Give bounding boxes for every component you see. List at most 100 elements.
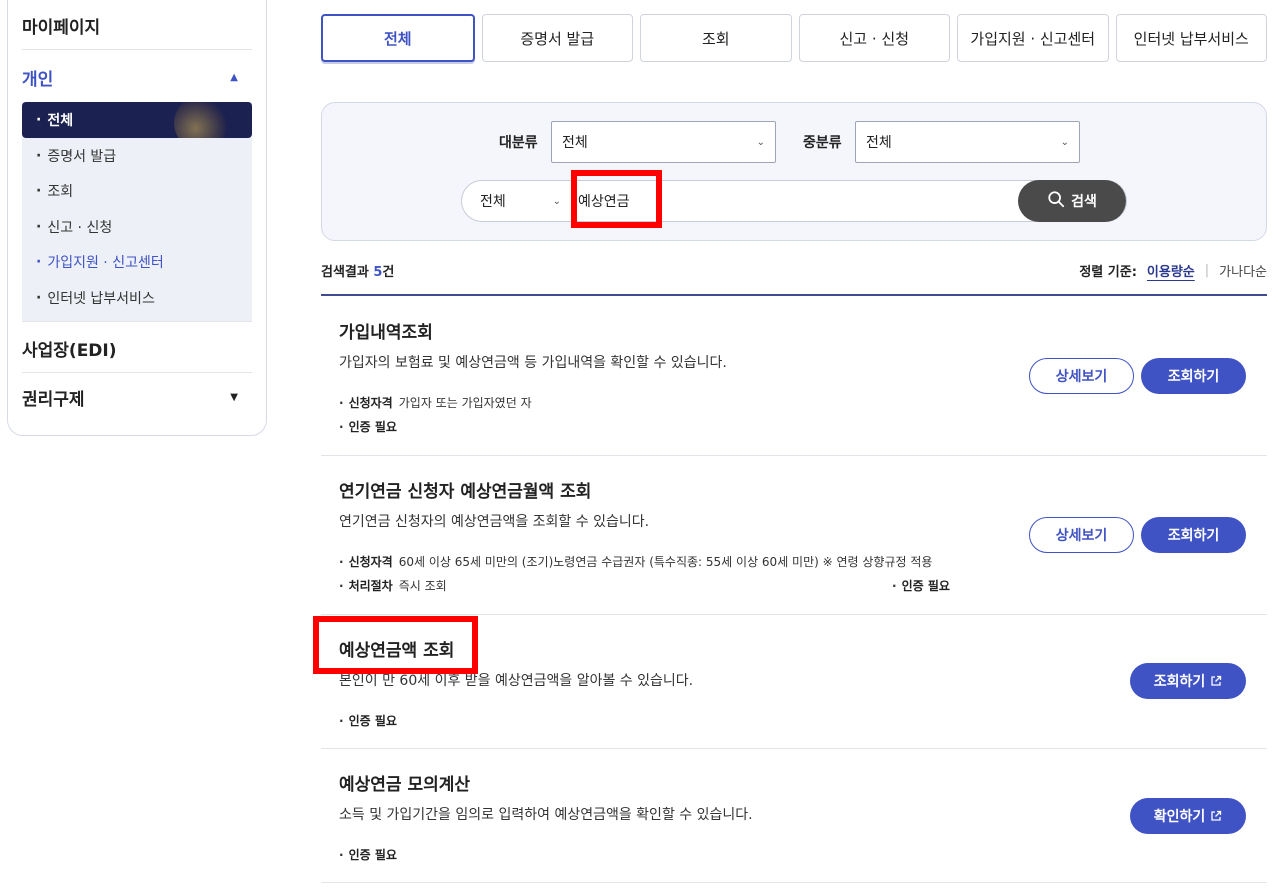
result-item: 예상연금 모의계산 소득 및 가입기간을 임의로 입력하여 예상연금액을 확인할… xyxy=(321,749,1267,883)
result-item: 가입내역조회 가입자의 보험료 및 예상연금액 등 가입내역을 확인할 수 있습… xyxy=(321,297,1267,456)
result-count-suffix: 건 xyxy=(382,264,395,280)
search-scope-select[interactable]: 전체 ⌄ xyxy=(462,181,574,221)
sidebar-item-inquiry[interactable]: · 조회 xyxy=(22,173,252,209)
auth-required: 인증 필요 xyxy=(348,714,397,728)
minor-category-select[interactable]: 전체 ⌄ xyxy=(855,121,1080,163)
sidebar-item-support[interactable]: · 가입지원 · 신고센터 xyxy=(22,244,252,280)
tab-report[interactable]: 신고 · 신청 xyxy=(798,14,950,62)
result-process: · 처리절차 즉시 조회 xyxy=(339,579,447,593)
search-input[interactable] xyxy=(576,181,1016,221)
auth-required: 인증 필요 xyxy=(348,848,397,862)
eligibility-value: 60세 이상 65세 미만의 (조기)노령연금 수급권자 (특수직종: 55세 … xyxy=(398,555,933,569)
auth-required: 인증 필요 xyxy=(901,579,950,593)
search-button-label: 검색 xyxy=(1071,194,1097,210)
chevron-down-icon: ⌄ xyxy=(1060,136,1069,148)
eligibility-label: 신청자격 xyxy=(348,396,393,410)
result-eligibility: · 신청자격 가입자 또는 가입자였던 자 xyxy=(339,396,532,410)
result-auth: · 인증 필요 xyxy=(892,579,950,593)
sort-label: 정렬 기준: xyxy=(1079,264,1137,280)
result-eligibility: · 신청자격 60세 이상 65세 미만의 (조기)노령연금 수급권자 (특수직종:… xyxy=(339,555,933,569)
tab-support[interactable]: 가입지원 · 신고센터 xyxy=(957,14,1109,62)
sidebar-edi-label: 사업장(EDI) xyxy=(22,340,117,361)
minor-category-value: 전체 xyxy=(866,135,892,151)
result-auth: · 인증 필요 xyxy=(339,848,397,862)
sort-by-alphabet[interactable]: 가나다순 xyxy=(1219,261,1267,280)
tab-payment[interactable]: 인터넷 납부서비스 xyxy=(1115,14,1267,62)
tab-inquiry[interactable]: 조회 xyxy=(640,14,792,62)
tab-all[interactable]: 전체 xyxy=(321,14,475,62)
sidebar-item-label: 증명서 발급 xyxy=(47,149,117,165)
sidebar-personal-label: 개인 xyxy=(22,70,54,90)
process-label: 처리절차 xyxy=(348,579,393,593)
sidebar-mypage-label: 마이페이지 xyxy=(22,17,101,38)
search-scope-value: 전체 xyxy=(480,194,506,210)
sort-divider: | xyxy=(1204,262,1210,278)
result-title[interactable]: 예상연금 모의계산 xyxy=(339,770,470,795)
tab-certificate[interactable]: 증명서 발급 xyxy=(481,14,633,62)
external-link-icon xyxy=(1210,810,1222,822)
result-description: 소득 및 가입기간을 임의로 입력하여 예상연금액을 확인할 수 있습니다. xyxy=(339,807,753,823)
bullet: · xyxy=(36,148,42,164)
sidebar: 마이페이지 개인 ▲ · 전체 · 증명서 발급 · 조회 · 신고 · 신청 … xyxy=(7,0,267,436)
result-description: 연기연금 신청자의 예상연금액을 조회할 수 있습니다. xyxy=(339,514,650,530)
result-description: 가입자의 보험료 및 예상연금액 등 가입내역을 확인할 수 있습니다. xyxy=(339,355,727,371)
sidebar-item-report[interactable]: · 신고 · 신청 xyxy=(22,209,252,245)
sidebar-edi[interactable]: 사업장(EDI) xyxy=(22,324,252,373)
result-title[interactable]: 예상연금액 조회 xyxy=(339,636,454,661)
bullet: · xyxy=(36,254,42,270)
eligibility-value: 가입자 또는 가입자였던 자 xyxy=(398,396,532,410)
sidebar-item-all[interactable]: · 전체 xyxy=(22,102,252,138)
major-category-select[interactable]: 전체 ⌄ xyxy=(551,121,776,163)
sidebar-personal[interactable]: 개인 ▲ xyxy=(22,53,252,102)
result-description: 본인이 만 60세 이후 받을 예상연금액을 알아볼 수 있습니다. xyxy=(339,673,694,689)
category-tabs: 전체 증명서 발급 조회 신고 · 신청 가입지원 · 신고센터 인터넷 납부서… xyxy=(321,14,1267,62)
sort-by-usage[interactable]: 이용량순 xyxy=(1147,261,1195,280)
minor-category-label: 중분류 xyxy=(803,135,842,151)
inquiry-button[interactable]: 조회하기 xyxy=(1141,358,1246,394)
external-link-icon xyxy=(1210,675,1222,687)
sort-options: 정렬 기준: 이용량순 | 가나다순 xyxy=(1079,261,1267,280)
auth-required: 인증 필요 xyxy=(348,420,397,434)
sidebar-item-certificate[interactable]: · 증명서 발급 xyxy=(22,138,252,174)
chevron-down-icon: ⌄ xyxy=(552,195,561,207)
process-value: 즉시 조회 xyxy=(398,579,447,593)
confirm-button-label: 확인하기 xyxy=(1153,809,1206,825)
result-title[interactable]: 연기연금 신청자 예상연금월액 조회 xyxy=(339,477,591,502)
bullet: · xyxy=(36,112,42,128)
result-count-prefix: 검색결과 xyxy=(321,264,374,280)
result-item: 예상연금액 조회 본인이 만 60세 이후 받을 예상연금액을 알아볼 수 있습… xyxy=(321,615,1267,749)
inquiry-button-label: 조회하기 xyxy=(1153,674,1206,690)
eligibility-label: 신청자격 xyxy=(348,555,393,569)
sidebar-item-label: 신고 · 신청 xyxy=(47,220,113,236)
sidebar-rights-label: 권리구제 xyxy=(22,390,85,410)
caret-down-icon: ▼ xyxy=(230,392,238,403)
result-title[interactable]: 가입내역조회 xyxy=(339,318,433,343)
search-bar: 전체 ⌄ 검색 xyxy=(461,180,1127,222)
result-item: 연기연금 신청자 예상연금월액 조회 연기연금 신청자의 예상연금액을 조회할 … xyxy=(321,456,1267,615)
sidebar-item-label: 가입지원 · 신고센터 xyxy=(47,255,164,271)
result-auth: · 인증 필요 xyxy=(339,714,397,728)
sidebar-rights[interactable]: 권리구제 ▼ xyxy=(22,373,252,422)
search-icon xyxy=(1047,190,1065,212)
inquiry-button[interactable]: 조회하기 xyxy=(1141,517,1246,553)
sidebar-item-label: 전체 xyxy=(47,113,74,129)
caret-up-icon: ▲ xyxy=(230,72,238,83)
sidebar-mypage[interactable]: 마이페이지 xyxy=(22,1,252,50)
bullet: · xyxy=(36,290,42,306)
inquiry-button[interactable]: 조회하기 xyxy=(1130,663,1246,699)
major-category-label: 대분류 xyxy=(499,135,538,151)
sidebar-item-label: 조회 xyxy=(47,184,74,200)
sidebar-item-payment[interactable]: · 인터넷 납부서비스 xyxy=(22,280,252,316)
detail-button[interactable]: 상세보기 xyxy=(1029,517,1134,553)
chevron-down-icon: ⌄ xyxy=(756,136,765,148)
major-category-value: 전체 xyxy=(562,135,588,151)
result-count: 검색결과 5건 xyxy=(321,261,394,280)
confirm-button[interactable]: 확인하기 xyxy=(1130,798,1246,834)
result-auth: · 인증 필요 xyxy=(339,420,397,434)
detail-button[interactable]: 상세보기 xyxy=(1029,358,1134,394)
bullet: · xyxy=(36,183,42,199)
sidebar-submenu: · 전체 · 증명서 발급 · 조회 · 신고 · 신청 · 가입지원 · 신고… xyxy=(22,102,252,322)
bullet: · xyxy=(36,219,42,235)
results-header: 검색결과 5건 정렬 기준: 이용량순 | 가나다순 xyxy=(321,250,1267,296)
search-button[interactable]: 검색 xyxy=(1018,180,1126,222)
